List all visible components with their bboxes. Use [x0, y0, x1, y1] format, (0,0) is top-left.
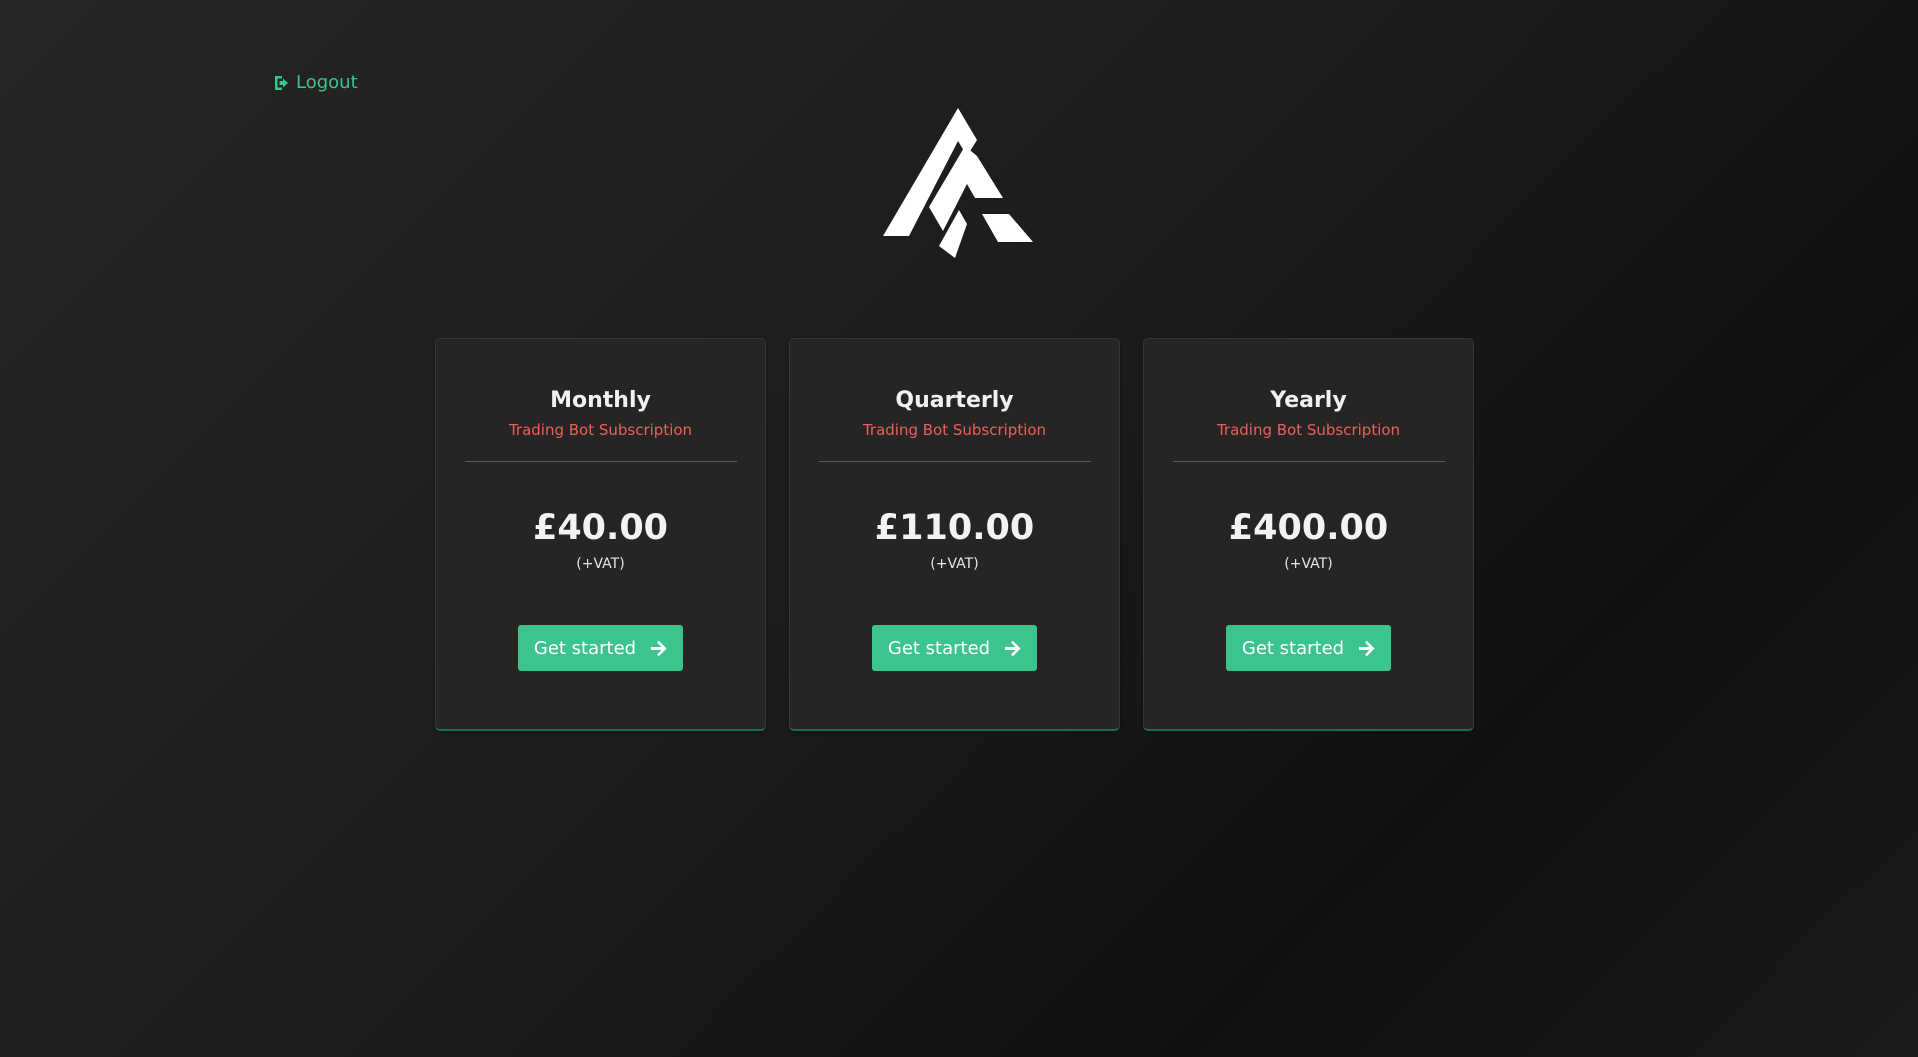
divider [464, 461, 737, 462]
divider [1172, 461, 1445, 462]
vat-note: (+VAT) [930, 556, 979, 572]
vat-note: (+VAT) [576, 556, 625, 572]
brand-logo [883, 108, 1033, 258]
plan-title: Yearly [1270, 388, 1347, 413]
arrow-right-icon [651, 640, 667, 656]
plan-title: Quarterly [895, 388, 1014, 413]
plan-price: £110.00 [874, 508, 1035, 548]
button-label: Get started [533, 637, 637, 659]
plan-price: £400.00 [1228, 508, 1389, 548]
arrow-right-icon [1005, 640, 1021, 656]
get-started-button[interactable]: Get started [1225, 625, 1392, 671]
divider [818, 461, 1091, 462]
plan-card-monthly: Monthly Trading Bot Subscription £40.00 … [435, 338, 766, 731]
button-label: Get started [1241, 637, 1345, 659]
plan-price: £40.00 [532, 508, 669, 548]
sign-out-icon [275, 75, 288, 90]
button-label: Get started [887, 637, 991, 659]
plan-subtitle: Trading Bot Subscription [508, 421, 693, 439]
plan-subtitle: Trading Bot Subscription [1216, 421, 1401, 439]
logout-label: Logout [296, 72, 358, 93]
vat-note: (+VAT) [1284, 556, 1333, 572]
get-started-button[interactable]: Get started [517, 625, 684, 671]
plan-title: Monthly [550, 388, 651, 413]
plan-card-yearly: Yearly Trading Bot Subscription £400.00 … [1143, 338, 1474, 731]
plan-card-quarterly: Quarterly Trading Bot Subscription £110.… [789, 338, 1120, 731]
logout-link[interactable]: Logout [273, 72, 358, 93]
arrow-right-icon [1359, 640, 1375, 656]
get-started-button[interactable]: Get started [871, 625, 1038, 671]
pricing-cards: Monthly Trading Bot Subscription £40.00 … [435, 338, 1474, 731]
plan-subtitle: Trading Bot Subscription [862, 421, 1047, 439]
